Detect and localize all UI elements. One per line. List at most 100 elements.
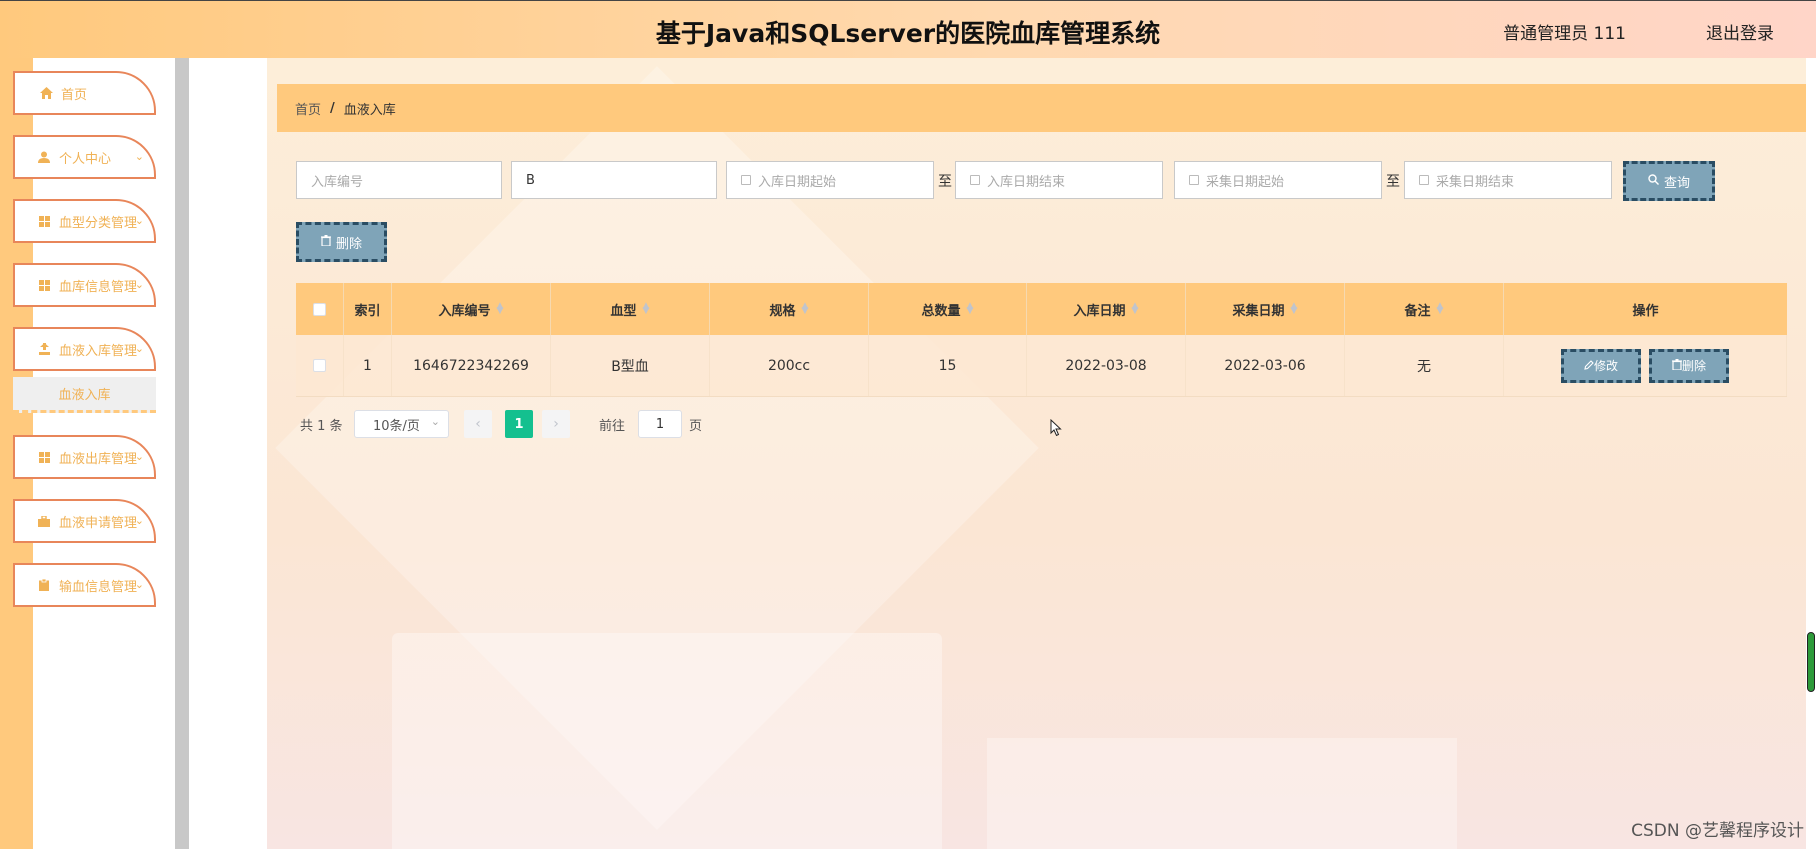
- inbound-date-start-placeholder: 入库日期起始: [758, 174, 837, 190]
- sidebar-item-label: 输血信息管理: [59, 579, 138, 595]
- current-user: 普通管理员 111: [1503, 24, 1626, 44]
- delete-label: 删除: [335, 236, 362, 252]
- sort-icon[interactable]: ▲ ▼: [1132, 302, 1139, 316]
- column-header[interactable]: 血型 ▲ ▼: [551, 283, 710, 335]
- blood-type-input[interactable]: B: [511, 161, 717, 199]
- sort-icon[interactable]: ▲ ▼: [497, 302, 504, 316]
- page-scrollbar[interactable]: [1806, 58, 1816, 849]
- home-icon: [39, 86, 53, 100]
- column-header[interactable]: 备注 ▲ ▼: [1345, 283, 1504, 335]
- chevron-down-icon: ⌄: [134, 214, 144, 227]
- sort-icon[interactable]: ▲ ▼: [967, 302, 974, 316]
- breadcrumb-current: 血液入库: [343, 102, 396, 118]
- sort-icon[interactable]: ▲ ▼: [802, 302, 809, 316]
- sidebar-scrollbar[interactable]: [175, 58, 189, 849]
- inbound-date-end-input[interactable]: 入库日期结束: [955, 161, 1163, 199]
- select-all-cell: [296, 283, 344, 335]
- search-icon: [1648, 174, 1659, 188]
- calendar-icon: [1419, 175, 1429, 185]
- chevron-down-icon: ⌄: [134, 450, 144, 463]
- header-index: 索引: [354, 303, 381, 319]
- select-all-checkbox[interactable]: [313, 302, 326, 316]
- cell-quantity: 15: [869, 335, 1027, 396]
- submenu-item-blood-inbound[interactable]: 血液入库: [13, 377, 156, 413]
- column-header: 操作: [1504, 283, 1787, 335]
- inbound-date-start-input[interactable]: 入库日期起始: [726, 161, 934, 199]
- collect-date-start-input[interactable]: 采集日期起始: [1174, 161, 1382, 199]
- watermark: CSDN @艺馨程序设计: [1631, 821, 1804, 841]
- calendar-icon: [970, 175, 980, 185]
- sidebar-item-blood-inbound[interactable]: 血液入库管理 ⌄: [13, 327, 156, 371]
- sidebar-item-label: 血型分类管理: [59, 215, 138, 231]
- cell-blood-type: B型血: [551, 335, 710, 396]
- breadcrumb-home[interactable]: 首页: [295, 99, 321, 118]
- prev-page-button[interactable]: ‹: [464, 410, 492, 438]
- query-label: 查询: [1663, 175, 1690, 191]
- cell-actions: 修改 删除: [1504, 335, 1787, 396]
- cell-index: 1: [344, 335, 392, 396]
- sort-icon[interactable]: ▲ ▼: [1291, 302, 1298, 316]
- cell-spec: 200cc: [710, 335, 869, 396]
- header-quantity: 总数量: [921, 303, 961, 319]
- cell-remark: 无: [1345, 335, 1504, 396]
- inbound-no-input[interactable]: 入库编号: [296, 161, 502, 199]
- header-remark: 备注: [1404, 303, 1431, 319]
- collect-date-start-placeholder: 采集日期起始: [1206, 174, 1285, 190]
- sort-icon[interactable]: ▲ ▼: [1437, 302, 1444, 316]
- sidebar-item-transfusion[interactable]: 输血信息管理 ⌄: [13, 563, 156, 607]
- column-header[interactable]: 规格 ▲ ▼: [710, 283, 869, 335]
- header-spec: 规格: [769, 303, 796, 319]
- chevron-down-icon: ⌄: [134, 342, 144, 355]
- header-collect-date: 采集日期: [1232, 303, 1285, 319]
- cell-inbound-no: 1646722342269: [392, 335, 551, 396]
- sort-icon[interactable]: ▲ ▼: [643, 302, 650, 316]
- sidebar-item-personal-center[interactable]: 个人中心 ⌄: [13, 135, 156, 179]
- sidebar-item-blood-bank[interactable]: 血库信息管理 ⌄: [13, 263, 156, 307]
- sidebar-item-label: 血液入库管理: [59, 343, 138, 359]
- cell-inbound-date: 2022-03-08: [1027, 335, 1186, 396]
- calendar-icon: [741, 175, 751, 185]
- page-number-current[interactable]: 1: [505, 410, 533, 438]
- collect-date-end-input[interactable]: 采集日期结束: [1404, 161, 1612, 199]
- edit-button[interactable]: 修改: [1561, 348, 1641, 383]
- breadcrumb: 首页 / 血液入库: [277, 84, 1807, 132]
- sidebar-item-blood-type[interactable]: 血型分类管理 ⌄: [13, 199, 156, 243]
- edit-icon: [1584, 359, 1594, 373]
- grid-icon: [37, 450, 51, 464]
- goto-page-input[interactable]: 1: [638, 410, 682, 438]
- sidebar-item-label: 血库信息管理: [59, 279, 138, 295]
- page-size-select[interactable]: 10条/页 ⌄: [354, 410, 449, 438]
- next-page-button[interactable]: ›: [542, 410, 570, 438]
- scrollbar-thumb[interactable]: [1807, 632, 1815, 692]
- column-header[interactable]: 入库编号 ▲ ▼: [392, 283, 551, 335]
- sidebar-item-label: 首页: [61, 87, 88, 103]
- row-delete-button[interactable]: 删除: [1649, 348, 1729, 383]
- range-separator: 至: [1386, 174, 1400, 190]
- batch-delete-button[interactable]: 删除: [296, 222, 387, 262]
- column-header[interactable]: 总数量 ▲ ▼: [869, 283, 1027, 335]
- header-actions: 操作: [1632, 303, 1659, 319]
- logout-button[interactable]: 退出登录: [1706, 19, 1774, 44]
- query-button[interactable]: 查询: [1623, 161, 1715, 201]
- inbound-no-placeholder: 入库编号: [311, 174, 364, 190]
- sidebar-item-blood-outbound[interactable]: 血液出库管理 ⌄: [13, 435, 156, 479]
- sidebar-item-label: 血液出库管理: [59, 451, 138, 467]
- inbound-table: 索引 入库编号 ▲ ▼ 血型 ▲ ▼ 规格 ▲ ▼ 总数量 ▲ ▼ 入库日期 ▲ ▼ 采集日期 ▲ ▼ …: [296, 283, 1787, 397]
- sidebar-item-home[interactable]: 首页: [13, 71, 156, 115]
- goto-label: 前往: [599, 419, 626, 434]
- sidebar-item-blood-request[interactable]: 血液申请管理 ⌄: [13, 499, 156, 543]
- row-delete-label: 删除: [1681, 359, 1706, 373]
- upload-icon: [37, 342, 51, 356]
- column-header[interactable]: 入库日期 ▲ ▼: [1027, 283, 1186, 335]
- chevron-down-icon: ⌄: [134, 514, 144, 527]
- sidebar-item-label: 血液申请管理: [59, 515, 138, 531]
- sidebar-item-label: 个人中心: [59, 151, 112, 167]
- row-checkbox[interactable]: [313, 359, 326, 372]
- mouse-cursor-icon: [1050, 418, 1062, 441]
- chevron-down-icon: ⌄: [134, 150, 144, 163]
- pagination-total: 共 1 条: [300, 419, 343, 434]
- blood-type-value: B: [526, 172, 535, 188]
- edit-label: 修改: [1593, 359, 1618, 373]
- column-header[interactable]: 采集日期 ▲ ▼: [1186, 283, 1345, 335]
- column-header: 索引: [344, 283, 392, 335]
